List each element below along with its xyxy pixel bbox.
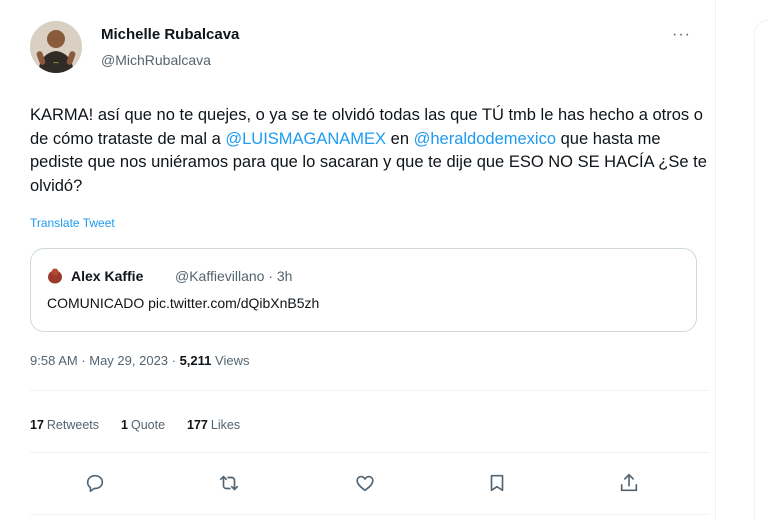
engagement-stats: 17 Retweets 1 Quote 177 Likes bbox=[30, 418, 240, 432]
tweet-actions bbox=[30, 462, 710, 502]
tweet-text: KARMA! así que no te quejes, o ya se te … bbox=[30, 104, 710, 198]
like-icon[interactable] bbox=[352, 470, 378, 496]
quotes-stat[interactable]: 1 Quote bbox=[121, 418, 165, 432]
more-options-icon[interactable]: ··· bbox=[672, 26, 691, 44]
likes-stat[interactable]: 177 Likes bbox=[187, 418, 240, 432]
author-avatar[interactable]: ꟷ bbox=[30, 21, 82, 73]
retweets-stat[interactable]: 17 Retweets bbox=[30, 418, 99, 432]
timestamp-text: 9:58 AM · May 29, 2023 · bbox=[30, 353, 180, 368]
quoted-author-name: Alex Kaffie bbox=[71, 268, 144, 284]
retweets-label: Retweets bbox=[46, 418, 100, 432]
retweet-icon[interactable] bbox=[216, 470, 242, 496]
quoted-author-avatar bbox=[47, 267, 63, 284]
bookmark-icon[interactable] bbox=[484, 470, 510, 496]
quotes-count: 1 bbox=[121, 418, 128, 432]
likes-label: Likes bbox=[210, 418, 241, 432]
quoted-tweet-text: COMUNICADO pic.twitter.com/dQibXnB5zh bbox=[47, 295, 320, 311]
quotes-label: Quote bbox=[130, 418, 166, 432]
tweet-text-part: en bbox=[386, 129, 414, 148]
sidebar-card bbox=[754, 20, 768, 520]
translate-tweet-link[interactable]: Translate Tweet bbox=[30, 216, 115, 230]
tweet-detail: ꟷ Michelle Rubalcava @MichRubalcava ··· … bbox=[0, 0, 716, 520]
likes-count: 177 bbox=[187, 418, 208, 432]
share-icon[interactable] bbox=[616, 470, 642, 496]
svg-text:ꟷ: ꟷ bbox=[54, 61, 59, 67]
quoted-author-meta: @Kaffievillano · 3h bbox=[175, 268, 293, 284]
views-count: 5,211 bbox=[179, 353, 212, 368]
mention-link[interactable]: @LUISMAGANAMEX bbox=[225, 130, 386, 148]
views-label: Views bbox=[211, 353, 250, 368]
author-handle[interactable]: @MichRubalcava bbox=[101, 52, 211, 68]
divider bbox=[30, 514, 710, 515]
author-name[interactable]: Michelle Rubalcava bbox=[101, 26, 239, 43]
quoted-tweet[interactable]: Alex Kaffie @Kaffievillano · 3h COMUNICA… bbox=[30, 248, 697, 332]
tweet-timestamp[interactable]: 9:58 AM · May 29, 2023 · 5,211 Views bbox=[30, 353, 249, 368]
mention-link[interactable]: @heraldodemexico bbox=[414, 130, 556, 148]
divider bbox=[30, 452, 710, 453]
retweets-count: 17 bbox=[30, 418, 44, 432]
reply-icon[interactable] bbox=[82, 470, 108, 496]
divider bbox=[30, 390, 710, 391]
